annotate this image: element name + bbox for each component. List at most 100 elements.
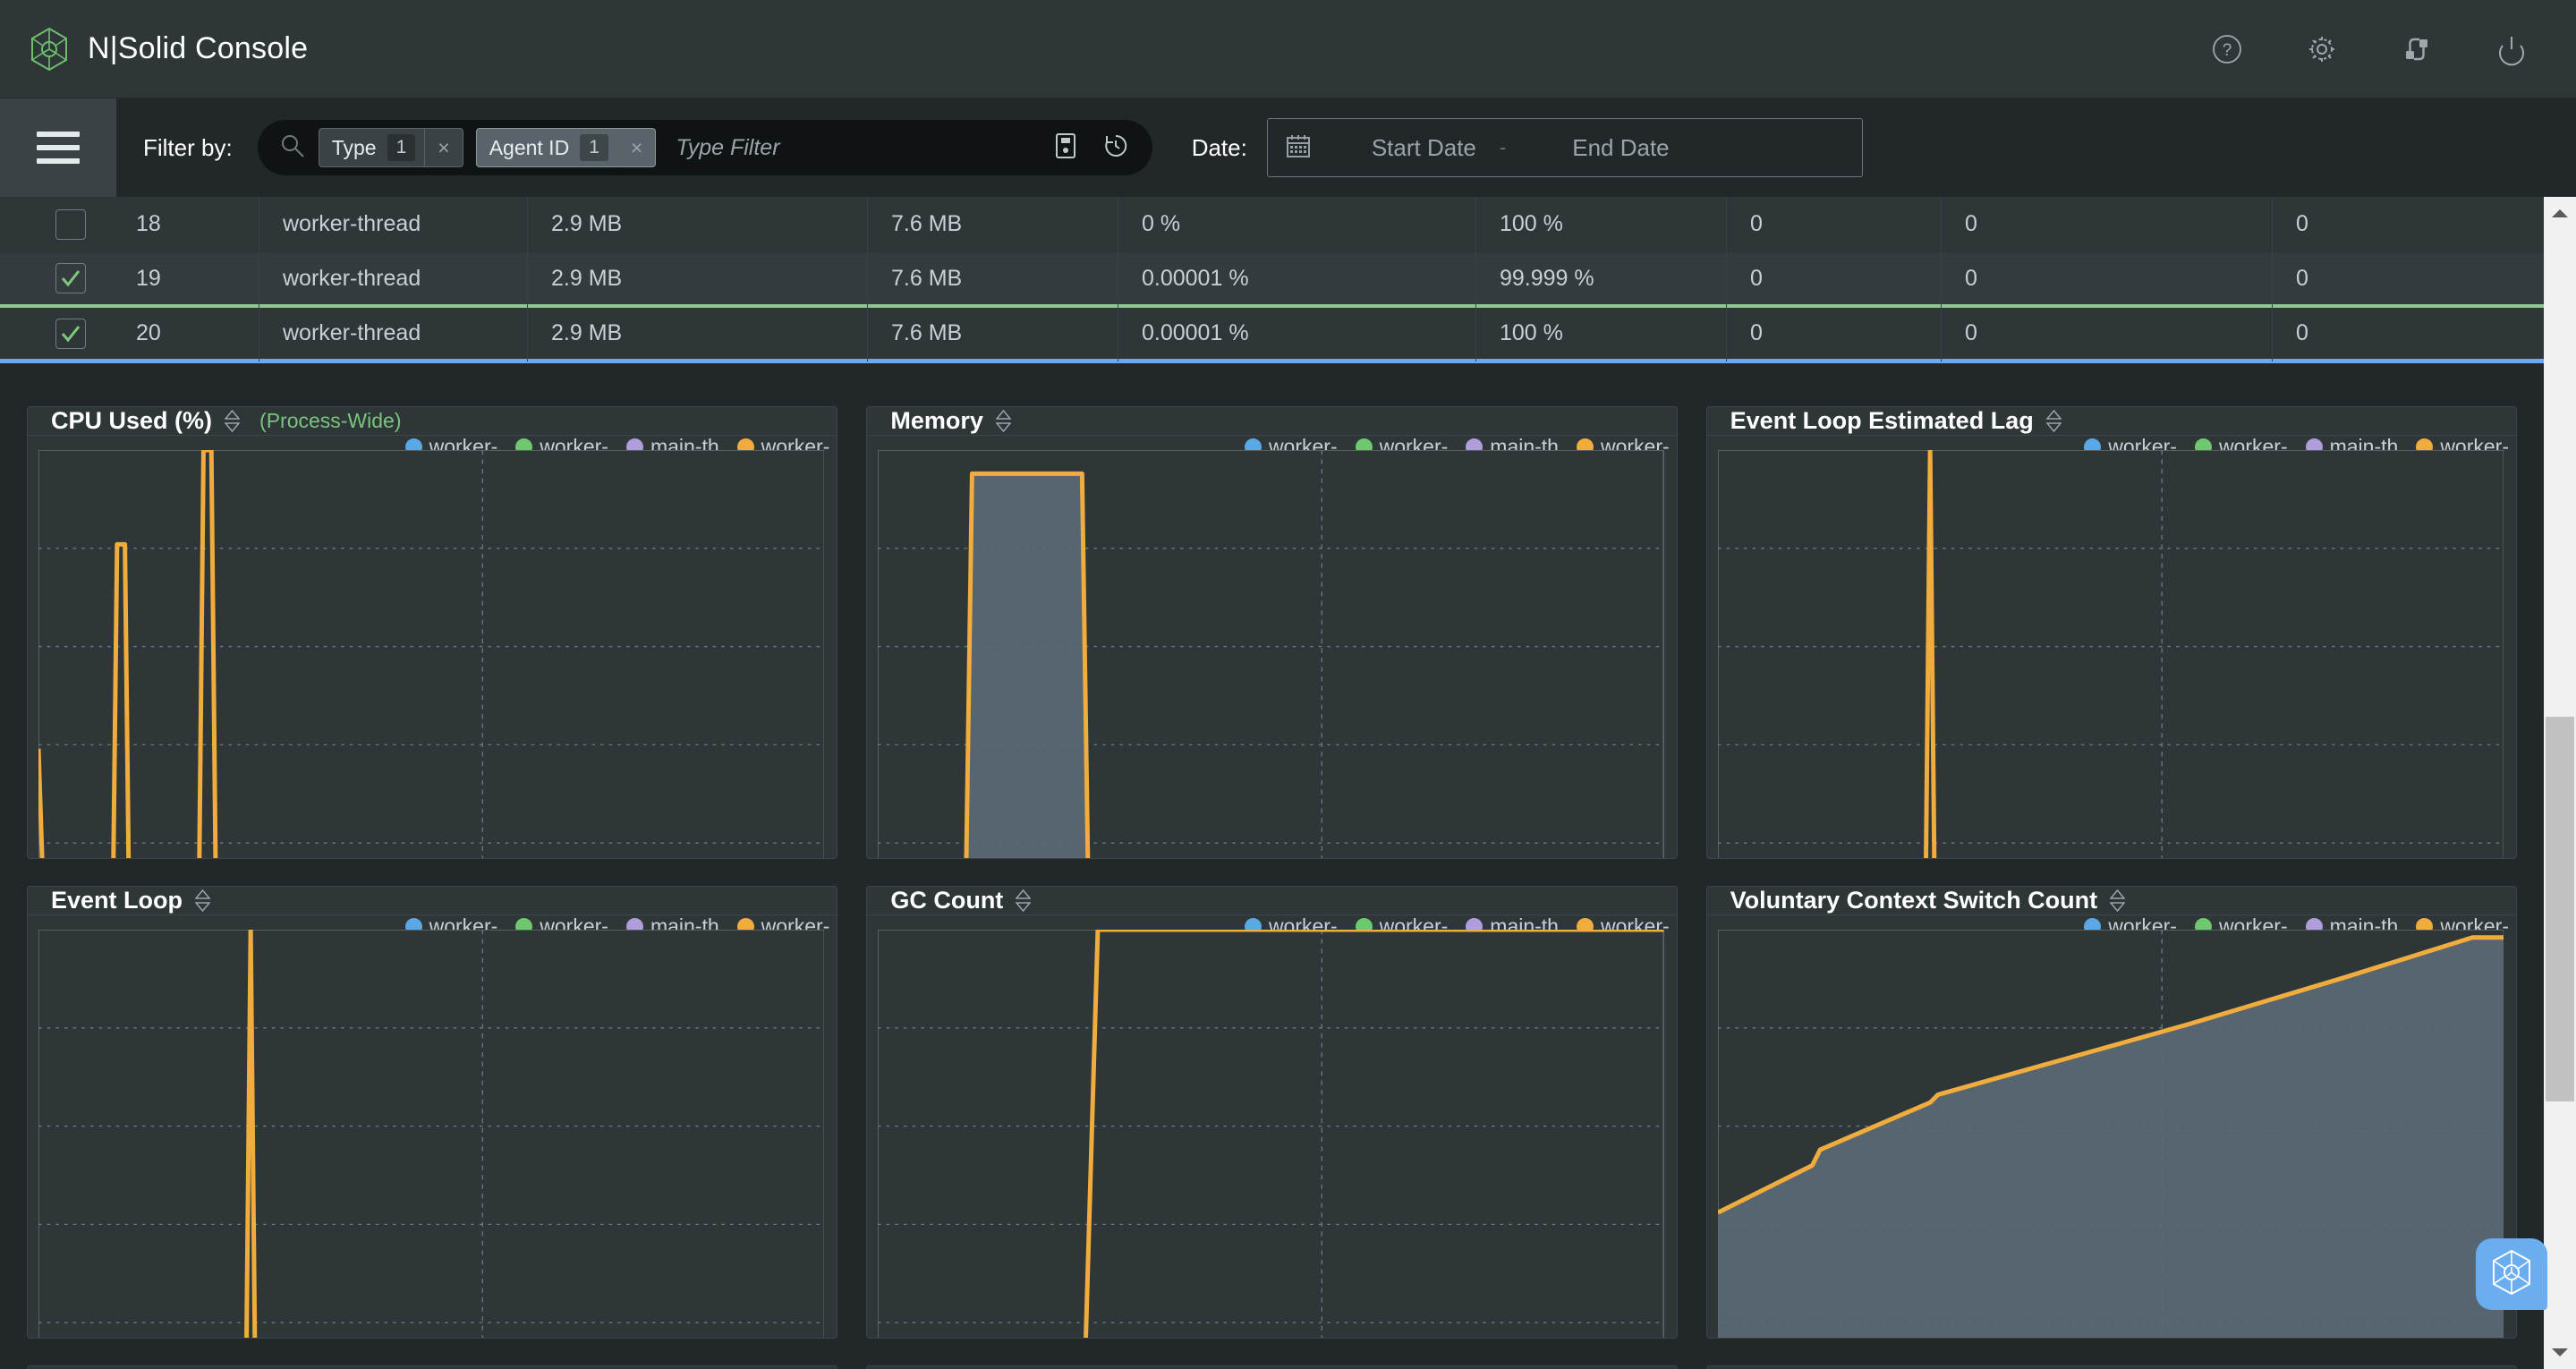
legend-item[interactable]: worker- [2416, 915, 2509, 930]
legend-item[interactable]: worker- [1576, 915, 1670, 930]
filter-input[interactable] [668, 134, 1038, 161]
card-title: Voluntary Context Switch Count [1730, 887, 2098, 914]
legend-item[interactable]: worker- [1355, 915, 1448, 930]
legend-item[interactable]: main-th [1466, 436, 1559, 450]
filter-chip-type[interactable]: Type 1 × [318, 128, 463, 167]
legend-item[interactable]: worker- [404, 915, 498, 930]
table-cell-m1: 2.9 MB [528, 305, 868, 361]
chip-remove-icon[interactable]: × [424, 129, 462, 166]
sort-toggle-icon[interactable] [2045, 410, 2062, 432]
chart-plot-area[interactable] [38, 930, 825, 1338]
filter-search-box[interactable]: Type 1 × Agent ID 1 × [257, 120, 1152, 175]
table-cell-m1: 2.9 MB [528, 197, 868, 252]
legend-item[interactable]: main-th [1466, 915, 1559, 930]
row-checkbox-cell [0, 306, 125, 361]
row-checkbox[interactable] [55, 208, 86, 240]
chart-legend: worker-worker-main-th worker- [28, 436, 837, 450]
legend-item[interactable]: worker- [1576, 436, 1670, 450]
sort-toggle-icon[interactable] [995, 410, 1011, 432]
scrollbar-track[interactable] [2544, 229, 2576, 1337]
metric-card-block-input-operation-count: Block Input Operation Count [866, 1365, 1678, 1369]
scroll-down-arrow-icon[interactable] [2551, 1337, 2569, 1369]
row-checkbox[interactable] [55, 263, 86, 293]
legend-item[interactable]: worker- [2084, 915, 2177, 930]
legend-item[interactable]: worker- [515, 436, 608, 450]
nsolid-assistant-icon [2489, 1248, 2534, 1301]
chart-legend: worker-worker-main-th worker- [867, 915, 1676, 930]
legend-item[interactable]: main-th [2305, 915, 2398, 930]
legend-color-dot [2194, 917, 2212, 930]
legend-color-dot [2305, 438, 2323, 450]
legend-label: main-th [1490, 915, 1559, 930]
legend-color-dot [1576, 917, 1594, 930]
start-date-field[interactable]: Start Date [1372, 134, 1476, 162]
chart-plot-area[interactable] [878, 930, 1664, 1338]
chart-plot-area[interactable] [38, 450, 825, 858]
row-checkbox-cell [0, 251, 125, 306]
scrollbar-thumb[interactable] [2546, 717, 2574, 1101]
power-icon[interactable] [2494, 31, 2529, 67]
chart-plot-area[interactable] [878, 450, 1664, 858]
row-checkbox[interactable] [55, 318, 86, 349]
chip-remove-icon[interactable]: × [616, 129, 655, 166]
table-row[interactable]: 18 worker-thread 2.9 MB 7.6 MB 0 % 100 % 0 0 0 [0, 197, 2544, 252]
legend-item[interactable]: worker- [404, 436, 497, 450]
table-cell-id: 19 [125, 251, 259, 306]
legend-label: main-th [650, 915, 719, 930]
chart-plot-area[interactable] [1717, 450, 2504, 858]
end-date-field[interactable]: End Date [1572, 134, 1669, 162]
legend-label: main-th [2329, 436, 2399, 450]
nsolid-assistant-button[interactable] [2476, 1238, 2547, 1310]
chart-plot-area[interactable] [1717, 930, 2504, 1338]
save-filter-icon[interactable] [1050, 131, 1081, 166]
metrics-grid: CPU Used (%) (Process-Wide) worker-worker-… [0, 394, 2544, 1369]
settings-gear-icon[interactable] [2304, 31, 2340, 67]
connection-icon[interactable] [2399, 31, 2435, 67]
table-cell-n1: 0 [1727, 305, 1942, 361]
table-row[interactable]: 20 worker-thread 2.9 MB 7.6 MB 0.00001 % 100 … [0, 305, 2544, 363]
filter-chip-agent-id[interactable]: Agent ID 1 × [475, 128, 657, 167]
table-cell-id: 20 [125, 305, 259, 361]
legend-item[interactable]: worker- [2416, 436, 2509, 450]
legend-item[interactable]: worker- [2194, 436, 2288, 450]
legend-item[interactable]: worker- [736, 436, 829, 450]
chip-count: 1 [387, 134, 416, 161]
legend-item[interactable]: main-th [2305, 436, 2399, 450]
chip-label: Type [331, 135, 377, 159]
legend-label: worker- [429, 915, 498, 930]
sort-toggle-icon[interactable] [1016, 889, 1032, 912]
legend-item[interactable]: main-th [625, 436, 719, 450]
sort-toggle-icon[interactable] [195, 889, 210, 912]
table-cell-n2: 0 [1942, 197, 2273, 252]
legend-item[interactable]: worker- [1244, 915, 1338, 930]
help-icon[interactable]: ? [2209, 31, 2245, 67]
legend-color-dot [1466, 917, 1484, 930]
card-header: Voluntary Context Switch Count [1706, 887, 2516, 915]
hamburger-menu-icon[interactable] [0, 98, 116, 197]
legend-item[interactable]: worker- [1355, 436, 1448, 450]
header-actions: ? [2209, 31, 2576, 67]
scroll-up-arrow-icon[interactable] [2551, 197, 2569, 229]
legend-color-dot [1244, 438, 1262, 450]
sort-toggle-icon[interactable] [2110, 889, 2126, 912]
legend-item[interactable]: main-th [625, 915, 719, 930]
date-range-picker[interactable]: Start Date - End Date [1266, 118, 1863, 177]
metric-card-cpu-used: CPU Used (%) (Process-Wide) worker-worker-… [27, 406, 838, 859]
filter-history-icon[interactable] [1101, 131, 1131, 166]
table-row[interactable]: 19 worker-thread 2.9 MB 7.6 MB 0.00001 % 99.9… [0, 251, 2544, 308]
legend-item[interactable]: worker- [736, 915, 829, 930]
legend-color-dot [404, 917, 422, 930]
legend-item[interactable]: worker- [1244, 436, 1338, 450]
legend-item[interactable]: worker- [2194, 915, 2288, 930]
table-cell-m1: 2.9 MB [528, 251, 868, 306]
date-label: Date: [1191, 133, 1247, 161]
table-cell-m2: 7.6 MB [868, 197, 1118, 252]
legend-item[interactable]: worker- [515, 915, 608, 930]
legend-color-dot [2194, 438, 2212, 450]
sort-toggle-icon[interactable] [225, 410, 241, 432]
legend-color-dot [1355, 438, 1373, 450]
legend-item[interactable]: worker- [2084, 436, 2177, 450]
vertical-scrollbar[interactable] [2544, 197, 2576, 1369]
metric-card-voluntary-context-switch-count: Voluntary Context Switch Count worker-wor… [1705, 886, 2517, 1339]
legend-label: worker- [2108, 436, 2177, 450]
